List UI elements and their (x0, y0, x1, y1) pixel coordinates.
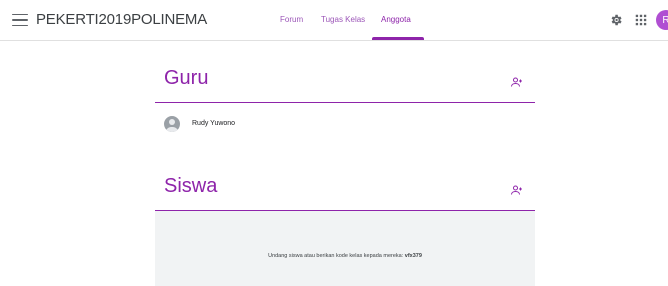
gear-icon[interactable] (609, 13, 623, 27)
top-bar: PEKERTI2019POLINEMA Forum Tugas Kelas An… (0, 0, 668, 41)
invite-students-panel: Undang siswa atau berikan kode kelas kep… (155, 211, 535, 286)
teacher-name: Rudy Yuwono (192, 120, 236, 127)
tab-tugas-kelas[interactable]: Tugas Kelas (321, 15, 365, 24)
classroom-app: PEKERTI2019POLINEMA Forum Tugas Kelas An… (0, 0, 668, 286)
hamburger-menu-icon[interactable] (12, 12, 28, 28)
students-header: Siswa (155, 172, 535, 211)
invite-text: Undang siswa atau berikan kode kelas kep… (268, 253, 404, 259)
students-section: Siswa (155, 172, 535, 211)
teachers-title: Guru (164, 67, 209, 89)
active-tab-indicator (372, 37, 424, 40)
account-avatar[interactable]: R (656, 10, 668, 30)
invite-message: Undang siswa atau berikan kode kelas kep… (155, 253, 535, 259)
teachers-header: Guru (155, 64, 535, 103)
tab-anggota[interactable]: Anggota (381, 15, 411, 24)
apps-grid-icon[interactable] (634, 13, 648, 27)
add-person-icon[interactable] (511, 75, 523, 87)
avatar (164, 116, 180, 132)
class-code: vfx379 (404, 253, 422, 259)
tab-forum[interactable]: Forum (280, 15, 303, 24)
add-person-icon[interactable] (511, 183, 523, 195)
class-title[interactable]: PEKERTI2019POLINEMA (36, 11, 207, 28)
teachers-section: Guru Rudy Yuwono (155, 64, 535, 132)
students-title: Siswa (164, 175, 218, 197)
